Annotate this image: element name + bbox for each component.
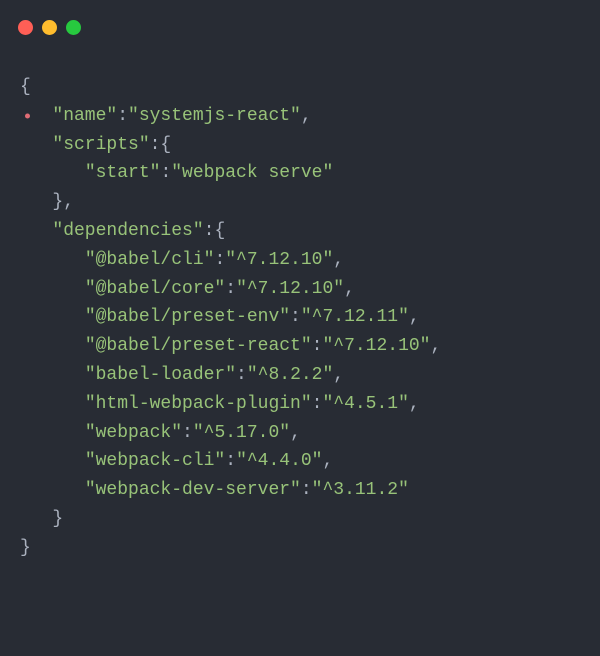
code-line: "webpack-dev-server":"^3.11.2"	[20, 476, 580, 505]
code-line: "name":"systemjs-react",	[20, 102, 580, 131]
colon: :	[225, 279, 236, 299]
minimize-icon[interactable]	[42, 20, 57, 35]
json-key: "html-webpack-plugin"	[85, 394, 312, 414]
code-line: "@babel/core":"^7.12.10",	[20, 275, 580, 304]
json-value: "^4.5.1"	[322, 394, 408, 414]
colon: :	[312, 336, 323, 356]
json-key: "dependencies"	[52, 221, 203, 241]
json-key: "webpack-dev-server"	[85, 480, 301, 500]
code-line: "webpack":"^5.17.0",	[20, 419, 580, 448]
json-key: "name"	[52, 106, 117, 126]
code-line: },	[20, 188, 580, 217]
json-value: "^4.4.0"	[236, 451, 322, 471]
colon: :	[225, 451, 236, 471]
code-line: "scripts":{	[20, 131, 580, 160]
json-value: "webpack serve"	[171, 163, 333, 183]
code-line: }	[20, 505, 580, 534]
traffic-light-controls	[0, 0, 600, 45]
comma: ,	[333, 365, 344, 385]
colon: :	[160, 163, 171, 183]
comma: ,	[344, 279, 355, 299]
json-value: "systemjs-react"	[128, 106, 301, 126]
json-key: "scripts"	[52, 135, 149, 155]
diff-marker-icon	[25, 114, 30, 119]
code-line: }	[20, 534, 580, 563]
colon: :	[214, 250, 225, 270]
json-value: "^7.12.10"	[236, 279, 344, 299]
comma: ,	[431, 336, 442, 356]
json-key: "start"	[85, 163, 161, 183]
json-key: "webpack-cli"	[85, 451, 225, 471]
code-line: "@babel/preset-env":"^7.12.11",	[20, 303, 580, 332]
json-value: "^8.2.2"	[247, 365, 333, 385]
json-key: "@babel/preset-react"	[85, 336, 312, 356]
colon: :	[290, 307, 301, 327]
comma: ,	[409, 307, 420, 327]
close-icon[interactable]	[18, 20, 33, 35]
code-line: "webpack-cli":"^4.4.0",	[20, 447, 580, 476]
comma: ,	[409, 394, 420, 414]
maximize-icon[interactable]	[66, 20, 81, 35]
json-value: "^5.17.0"	[193, 423, 290, 443]
colon: :	[312, 394, 323, 414]
json-value: "^7.12.10"	[322, 336, 430, 356]
json-key: "babel-loader"	[85, 365, 236, 385]
colon: :	[301, 480, 312, 500]
code-line: "start":"webpack serve"	[20, 159, 580, 188]
code-line: {	[20, 73, 580, 102]
json-key: "@babel/core"	[85, 279, 225, 299]
brace-comma: },	[52, 192, 74, 212]
comma: ,	[290, 423, 301, 443]
brace: }	[52, 509, 63, 529]
code-line: "@babel/preset-react":"^7.12.10",	[20, 332, 580, 361]
colon: :	[182, 423, 193, 443]
json-key: "webpack"	[85, 423, 182, 443]
json-value: "^7.12.10"	[225, 250, 333, 270]
code-line: "@babel/cli":"^7.12.10",	[20, 246, 580, 275]
json-key: "@babel/cli"	[85, 250, 215, 270]
code-line: "dependencies":{	[20, 217, 580, 246]
comma: ,	[301, 106, 312, 126]
json-key: "@babel/preset-env"	[85, 307, 290, 327]
colon: :	[117, 106, 128, 126]
comma: ,	[333, 250, 344, 270]
colon-brace: :{	[204, 221, 226, 241]
json-value: "^7.12.11"	[301, 307, 409, 327]
brace: {	[20, 77, 31, 97]
code-block: { "name":"systemjs-react", "scripts":{ "…	[0, 45, 600, 583]
comma: ,	[322, 451, 333, 471]
colon: :	[236, 365, 247, 385]
code-line: "html-webpack-plugin":"^4.5.1",	[20, 390, 580, 419]
json-value: "^3.11.2"	[312, 480, 409, 500]
brace: }	[20, 538, 31, 558]
colon-brace: :{	[150, 135, 172, 155]
code-line: "babel-loader":"^8.2.2",	[20, 361, 580, 390]
